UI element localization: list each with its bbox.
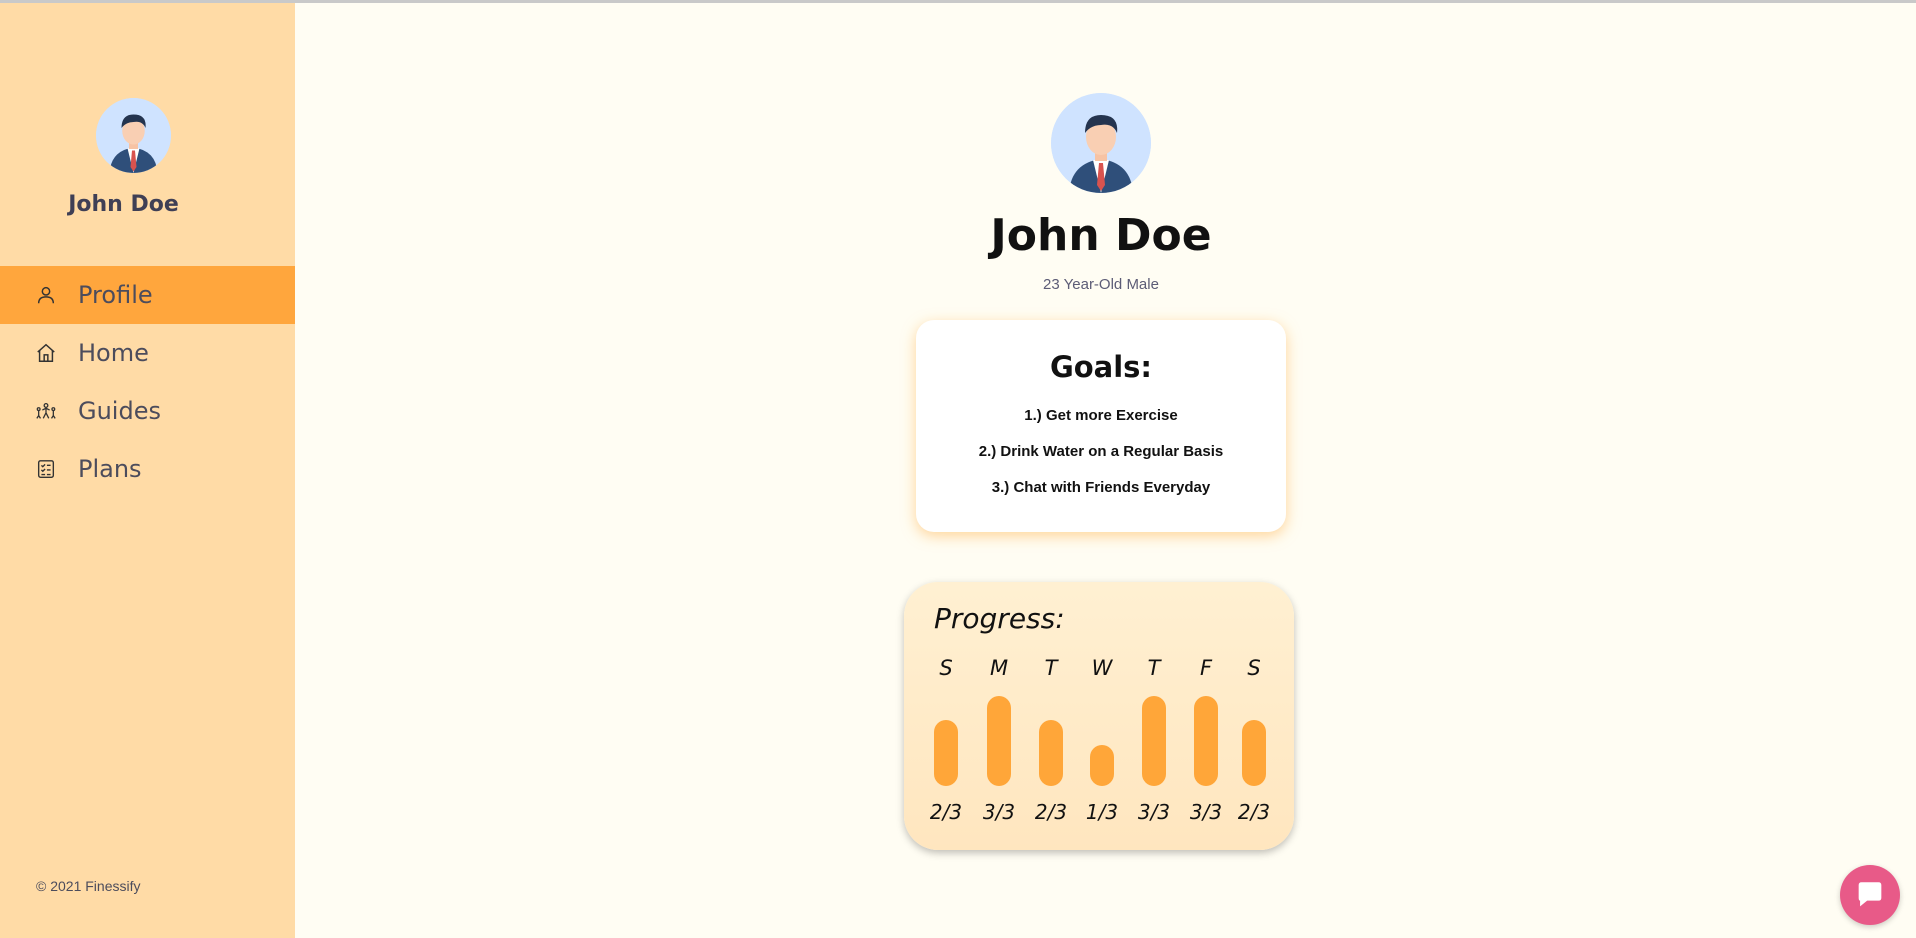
progress-day: T 3/3 [1134,582,1174,850]
sidebar: John Doe Profile Home Guides Plans © 202… [0,0,295,938]
sidebar-nav: Profile Home Guides Plans [0,266,295,498]
progress-day: T 2/3 [1031,582,1071,850]
progress-bar [1142,696,1166,786]
sidebar-user-name: John Doe [68,192,179,217]
plans-icon [34,457,58,481]
goals-card: Goals: 1.) Get more Exercise 2.) Drink W… [916,320,1286,532]
sidebar-avatar [96,98,171,173]
goals-title: Goals: [1049,350,1153,384]
progress-bar [1194,696,1218,786]
user-avatar-icon [1051,93,1151,193]
progress-day: M 3/3 [979,582,1019,850]
progress-bar [1242,720,1266,786]
day-score: 3/3 [1189,800,1223,824]
day-score: 1/3 [1085,800,1119,824]
day-label: S [1247,656,1261,680]
sidebar-item-label: Home [78,339,149,367]
sidebar-item-label: Plans [78,455,142,483]
guides-icon [34,399,58,423]
progress-bar [1090,745,1114,786]
profile-subtitle: 23 Year-Old Male [1043,276,1159,293]
progress-day: W 1/3 [1082,582,1122,850]
goal-item: 3.) Chat with Friends Everyday [991,479,1211,496]
day-score: 2/3 [1237,800,1271,824]
user-icon [34,283,58,307]
day-label: T [1044,656,1058,680]
day-label: F [1199,656,1213,680]
day-label: M [989,656,1009,680]
day-label: T [1147,656,1161,680]
profile-avatar [1051,93,1151,193]
progress-day: F 3/3 [1186,582,1226,850]
sidebar-item-profile[interactable]: Profile [0,266,295,324]
profile-name: John Doe [990,210,1212,261]
progress-card: Progress: S 2/3 M 3/3 T 2/3 W 1/3 T 3/3 F 3/3 S 2/3 [904,582,1294,850]
sidebar-item-home[interactable]: Home [0,324,295,382]
home-icon [34,341,58,365]
copyright-text: © 2021 Finessify [36,878,141,894]
chat-bubble-icon [1858,882,1882,907]
goal-item: 2.) Drink Water on a Regular Basis [978,443,1224,460]
progress-bar [1039,720,1063,786]
sidebar-item-label: Profile [78,281,153,309]
chat-button[interactable] [1840,865,1900,925]
day-score: 3/3 [982,800,1016,824]
sidebar-item-label: Guides [78,397,161,425]
progress-day: S 2/3 [1234,582,1274,850]
sidebar-item-plans[interactable]: Plans [0,440,295,498]
progress-bar [934,720,958,786]
day-score: 2/3 [929,800,963,824]
user-avatar-icon [96,98,171,173]
day-score: 3/3 [1137,800,1171,824]
goal-list: 1.) Get more Exercise 2.) Drink Water on… [916,398,1286,506]
day-label: S [939,656,953,680]
progress-day: S 2/3 [926,582,966,850]
sidebar-item-guides[interactable]: Guides [0,382,295,440]
top-border [0,0,1916,3]
day-label: W [1091,656,1113,680]
progress-bar [987,696,1011,786]
day-score: 2/3 [1034,800,1068,824]
goal-item: 1.) Get more Exercise [1024,407,1178,424]
